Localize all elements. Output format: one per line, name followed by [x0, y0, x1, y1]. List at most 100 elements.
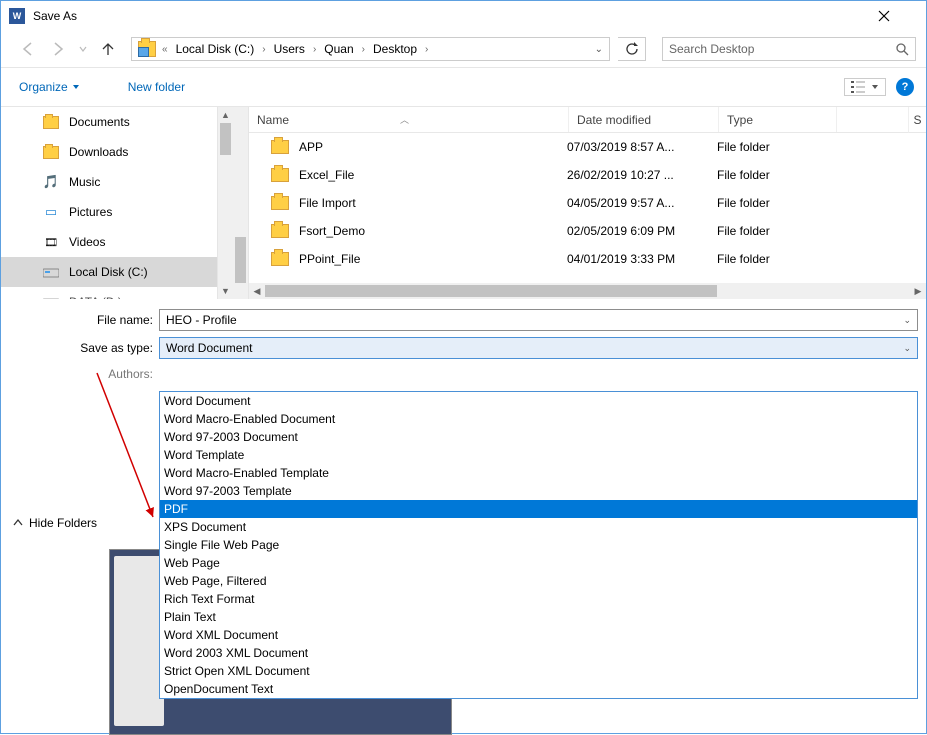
file-date: 26/02/2019 10:27 ...	[567, 168, 717, 182]
col-date-header[interactable]: Date modified	[569, 107, 719, 132]
tree-item-label: DATA (D:)	[69, 295, 122, 299]
list-hscroll[interactable]: ◀ ▶	[249, 283, 926, 299]
crumb-3[interactable]: Desktop	[369, 40, 421, 58]
new-folder-button[interactable]: New folder	[122, 76, 191, 98]
list-vscroll-left[interactable]	[233, 107, 249, 299]
up-button[interactable]	[97, 38, 119, 60]
scroll-thumb[interactable]	[265, 285, 717, 297]
chevron-up-icon	[13, 518, 23, 528]
folder-icon	[271, 196, 289, 210]
type-option[interactable]: Word 97-2003 Template	[160, 482, 917, 500]
search-input[interactable]: Search Desktop	[662, 37, 916, 61]
toolbar: Organize New folder ?	[1, 67, 926, 107]
scroll-thumb[interactable]	[235, 237, 246, 283]
folder-location-icon	[138, 41, 156, 57]
saveastype-label: Save as type:	[9, 341, 159, 355]
scroll-thumb[interactable]	[220, 123, 231, 155]
breadcrumb-dropdown[interactable]: ⌄	[595, 44, 603, 55]
folder-tree[interactable]: Documents Downloads🎵Music▭Pictures🎞Videos…	[1, 107, 233, 299]
chevron-down-icon	[72, 83, 80, 91]
tree-item-music[interactable]: 🎵Music	[1, 167, 233, 197]
saveastype-listbox[interactable]: Word DocumentWord Macro-Enabled Document…	[159, 391, 918, 699]
file-row[interactable]: PPoint_File04/01/2019 3:33 PMFile folder	[249, 245, 926, 273]
crumb-0[interactable]: Local Disk (C:)	[172, 40, 259, 58]
file-date: 07/03/2019 8:57 A...	[567, 140, 717, 154]
type-option[interactable]: Rich Text Format	[160, 590, 917, 608]
sort-arrow-icon: ︿	[400, 113, 409, 126]
scroll-up-button[interactable]: ▲	[218, 107, 233, 123]
file-date: 04/01/2019 3:33 PM	[567, 252, 717, 266]
type-option[interactable]: Word Template	[160, 446, 917, 464]
crumb-sep: ›	[309, 44, 320, 55]
organize-label: Organize	[19, 80, 68, 94]
tree-item-videos[interactable]: 🎞Videos	[1, 227, 233, 257]
file-type: File folder	[717, 224, 835, 238]
col-type-header[interactable]: Type	[719, 107, 837, 132]
file-type: File folder	[717, 196, 835, 210]
chevron-down-icon[interactable]: ⌄	[903, 343, 911, 354]
saveastype-dropdown[interactable]: Word Document ⌄	[159, 337, 918, 359]
type-option[interactable]: Word 2003 XML Document	[160, 644, 917, 662]
type-option[interactable]: Plain Text	[160, 608, 917, 626]
save-as-dialog: W Save As « Local Disk (C:) › Users › Qu…	[0, 0, 927, 734]
view-options-button[interactable]	[844, 78, 886, 96]
scroll-left-button[interactable]: ◀	[249, 286, 265, 297]
type-option[interactable]: Word Macro-Enabled Template	[160, 464, 917, 482]
hide-folders-button[interactable]: Hide Folders	[13, 516, 97, 530]
tree-item-label: Documents	[69, 115, 130, 129]
crumb-sep: ›	[421, 44, 432, 55]
close-button[interactable]	[878, 10, 918, 22]
type-option[interactable]: OpenDocument Text	[160, 680, 917, 698]
scroll-down-button[interactable]: ▼	[218, 283, 233, 299]
type-option[interactable]: Word 97-2003 Document	[160, 428, 917, 446]
type-option[interactable]: Single File Web Page	[160, 536, 917, 554]
col-overflow-header[interactable]: S	[908, 107, 926, 133]
recent-dropdown[interactable]	[77, 38, 89, 60]
col-name-header[interactable]: Name︿	[249, 107, 569, 132]
scroll-right-button[interactable]: ▶	[910, 286, 926, 297]
file-type: File folder	[717, 140, 835, 154]
tree-item-data-d-[interactable]: DATA (D:)	[1, 287, 233, 299]
page-thumb	[114, 556, 164, 726]
file-type: File folder	[717, 168, 835, 182]
tree-item-label: Videos	[69, 235, 105, 249]
crumb-1[interactable]: Users	[270, 40, 309, 58]
chevron-down-icon[interactable]: ⌄	[903, 315, 911, 326]
breadcrumb-bar[interactable]: « Local Disk (C:) › Users › Quan › Deskt…	[131, 37, 610, 61]
back-button[interactable]	[17, 38, 39, 60]
file-row[interactable]: File Import04/05/2019 9:57 A...File fold…	[249, 189, 926, 217]
breadcrumb-prefix: «	[158, 44, 172, 55]
type-option[interactable]: Strict Open XML Document	[160, 662, 917, 680]
type-option[interactable]: PDF	[160, 500, 917, 518]
help-button[interactable]: ?	[896, 78, 914, 96]
organize-button[interactable]: Organize	[13, 76, 86, 98]
file-date: 02/05/2019 6:09 PM	[567, 224, 717, 238]
type-option[interactable]: Web Page, Filtered	[160, 572, 917, 590]
tree-item-downloads[interactable]: Downloads	[1, 137, 233, 167]
file-row[interactable]: Excel_File26/02/2019 10:27 ...File folde…	[249, 161, 926, 189]
folder-icon	[271, 168, 289, 182]
file-name: PPoint_File	[299, 252, 567, 266]
tree-item-pictures[interactable]: ▭Pictures	[1, 197, 233, 227]
file-date: 04/05/2019 9:57 A...	[567, 196, 717, 210]
tree-item-label: Local Disk (C:)	[69, 265, 148, 279]
type-option[interactable]: Word XML Document	[160, 626, 917, 644]
type-option[interactable]: Word Macro-Enabled Document	[160, 410, 917, 428]
file-name: Fsort_Demo	[299, 224, 567, 238]
type-option[interactable]: XPS Document	[160, 518, 917, 536]
type-option[interactable]: Word Document	[160, 392, 917, 410]
file-row[interactable]: APP07/03/2019 8:57 A...File folder	[249, 133, 926, 161]
type-option[interactable]: Web Page	[160, 554, 917, 572]
tree-item-local-disk-c-[interactable]: Local Disk (C:)	[1, 257, 233, 287]
filename-input[interactable]: HEO - Profile ⌄	[159, 309, 918, 331]
crumb-2[interactable]: Quan	[320, 40, 357, 58]
crumb-sep: ›	[258, 44, 269, 55]
forward-button[interactable]	[47, 38, 69, 60]
tree-item-documents[interactable]: Documents	[1, 107, 233, 137]
search-placeholder: Search Desktop	[669, 42, 896, 56]
saveastype-value: Word Document	[166, 341, 252, 355]
refresh-button[interactable]	[618, 37, 646, 61]
nav-scrollbar[interactable]: ▲ ▼	[217, 107, 233, 299]
file-list[interactable]: Name︿ Date modified Type S APP07/03/2019…	[249, 107, 926, 299]
file-row[interactable]: Fsort_Demo02/05/2019 6:09 PMFile folder	[249, 217, 926, 245]
